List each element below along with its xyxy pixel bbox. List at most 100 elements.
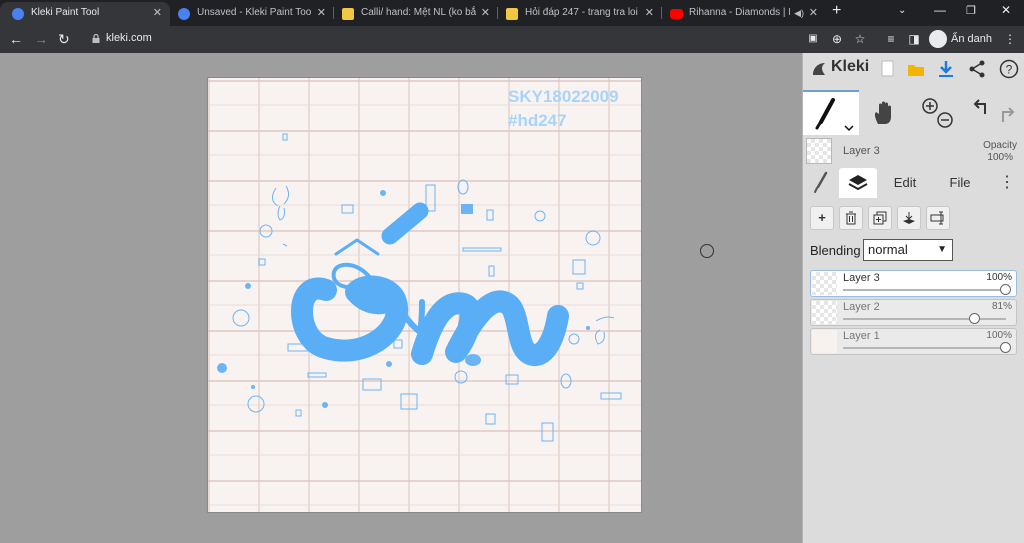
trash-icon	[846, 211, 856, 225]
youtube-icon	[670, 9, 683, 19]
watermark-line1: SKY18022009	[508, 87, 619, 106]
add-layer-button[interactable]: +	[810, 206, 834, 230]
drawing-canvas[interactable]: SKY18022009 #hd247	[208, 78, 641, 512]
layer-opacity: 81%	[991, 301, 1012, 312]
bookmark-star-icon[interactable]: ☆	[853, 32, 867, 46]
close-tab-icon[interactable]: ✕	[481, 2, 490, 24]
tab-title: Kleki Paint Tool	[31, 7, 100, 18]
open-folder-icon[interactable]	[906, 59, 926, 79]
hoidap-icon	[506, 8, 518, 20]
current-layer-name: Layer 3	[843, 145, 880, 157]
layer-item-3[interactable]: Layer 3 100%	[810, 270, 1017, 297]
profile-label: Ẩn danh	[951, 33, 992, 45]
tab-title: Calli/ hand: Mệt NL (ko bắt b	[361, 7, 476, 18]
more-options-icon[interactable]: ⋮	[999, 168, 1015, 198]
close-tab-icon[interactable]: ✕	[317, 2, 326, 24]
tab-title: Rihanna - Diamonds | Ic	[689, 7, 790, 18]
canvas-artwork: SKY18022009 #hd247	[208, 78, 641, 512]
blending-mode-value: normal	[868, 242, 908, 257]
share-icon[interactable]	[967, 59, 987, 79]
tab-layers[interactable]	[839, 168, 877, 198]
canvas-workspace[interactable]: SKY18022009 #hd247	[0, 53, 802, 543]
layer-name: Layer 1	[843, 330, 880, 342]
tab-unsaved-kleki[interactable]: Unsaved - Kleki Paint Tool ✕	[166, 2, 334, 26]
opacity-slider[interactable]	[843, 284, 1011, 295]
close-tab-icon[interactable]: ✕	[809, 2, 818, 24]
duplicate-icon	[873, 211, 887, 225]
tab-kleki-paint-tool[interactable]: Kleki Paint Tool ✕	[0, 2, 170, 26]
tab-hoidap-247[interactable]: Hỏi đáp 247 - trang tra loi ✕	[494, 2, 662, 26]
forward-icon[interactable]: →	[34, 30, 48, 48]
kleki-side-panel: Kleki ? Layer 3 Opacity 100% Edit File ⋮…	[802, 53, 1024, 543]
reading-list-icon[interactable]: ≡	[884, 32, 898, 46]
opacity-slider[interactable]	[843, 342, 1011, 353]
zoom-in-out-icon[interactable]	[919, 96, 957, 130]
url-text: kleki.com	[106, 32, 152, 44]
opacity-slider[interactable]	[843, 313, 1006, 324]
brush-tool-button[interactable]	[803, 90, 859, 135]
browser-menu-icon[interactable]: ⋮	[1003, 32, 1017, 46]
close-tab-icon[interactable]: ✕	[153, 2, 162, 24]
side-panel-icon[interactable]: ◨	[907, 32, 921, 46]
merge-icon	[903, 212, 915, 224]
minimize-icon[interactable]: —	[934, 3, 946, 17]
close-tab-icon[interactable]: ✕	[645, 2, 654, 24]
reload-icon[interactable]: ↻	[58, 30, 70, 48]
kleki-icon	[178, 8, 190, 20]
rename-layer-button[interactable]	[926, 206, 950, 230]
incognito-icon	[929, 30, 947, 48]
layer-thumbnail	[812, 330, 837, 353]
redo-icon[interactable]	[999, 104, 1015, 124]
help-icon[interactable]: ?	[999, 59, 1019, 79]
delete-layer-button[interactable]	[839, 206, 863, 230]
opacity-slider-handle[interactable]	[1000, 284, 1011, 295]
address-bar[interactable]: kleki.com	[82, 29, 802, 50]
layer-name: Layer 2	[843, 301, 880, 313]
brush-cursor	[700, 244, 714, 258]
layer-item-1[interactable]: Layer 1 100%	[810, 328, 1017, 355]
layer-opacity: 100%	[986, 330, 1012, 341]
undo-icon[interactable]	[973, 96, 989, 116]
translate-icon[interactable]: ▣	[806, 32, 820, 46]
opacity-label: Opacity	[983, 140, 1017, 151]
panel-tabs: Edit File ⋮	[803, 168, 1024, 198]
tab-rihanna-diamonds[interactable]: Rihanna - Diamonds | Ic ◀) ✕	[658, 2, 826, 26]
layers-icon	[848, 175, 868, 191]
layer-thumbnail	[806, 138, 832, 164]
zoom-icon[interactable]: ⊕	[830, 32, 844, 46]
download-icon[interactable]	[936, 59, 956, 79]
lock-icon	[92, 34, 100, 43]
merge-down-button[interactable]	[897, 206, 921, 230]
close-window-icon[interactable]: ✕	[1001, 3, 1011, 17]
hand-tool-icon[interactable]	[871, 100, 897, 126]
layer-item-2[interactable]: Layer 2 81%	[810, 299, 1017, 326]
layer-name: Layer 3	[843, 272, 880, 284]
svg-text:?: ?	[1006, 63, 1013, 77]
incognito-profile-button[interactable]: Ẩn danh	[929, 29, 992, 49]
tab-brush[interactable]	[807, 168, 835, 198]
layer-opacity: 100%	[986, 272, 1012, 283]
opacity-slider-handle[interactable]	[969, 313, 981, 324]
brush-icon	[815, 98, 854, 132]
tab-calli-hand[interactable]: Calli/ hand: Mệt NL (ko bắt b ✕	[330, 2, 498, 26]
tab-file[interactable]: File	[935, 168, 985, 198]
layer-actions: +	[803, 206, 1024, 232]
watermark-line2: #hd247	[508, 111, 567, 130]
chevron-down-icon: ▼	[937, 244, 947, 255]
new-image-icon[interactable]	[877, 59, 897, 79]
speaker-icon[interactable]: ◀)	[794, 2, 804, 24]
new-tab-button[interactable]: +	[832, 2, 841, 20]
layer-thumbnail	[812, 301, 837, 324]
back-icon[interactable]: ←	[9, 30, 23, 48]
rename-icon	[930, 211, 944, 225]
restore-icon[interactable]: ❐	[966, 4, 976, 17]
blending-mode-select[interactable]: normal ▼	[863, 239, 953, 261]
opacity-slider-handle[interactable]	[1000, 342, 1011, 353]
tool-row	[803, 90, 1024, 135]
opacity-value: 100%	[987, 152, 1013, 163]
tab-search-icon[interactable]: ⌄	[898, 5, 906, 16]
browser-toolbar: ← → ↻ kleki.com ▣ ⊕ ☆ ≡ ◨ Ẩn danh ⋮	[0, 26, 1024, 53]
current-layer-info: Layer 3 Opacity 100%	[803, 136, 1024, 168]
duplicate-layer-button[interactable]	[868, 206, 892, 230]
tab-edit[interactable]: Edit	[881, 168, 929, 198]
